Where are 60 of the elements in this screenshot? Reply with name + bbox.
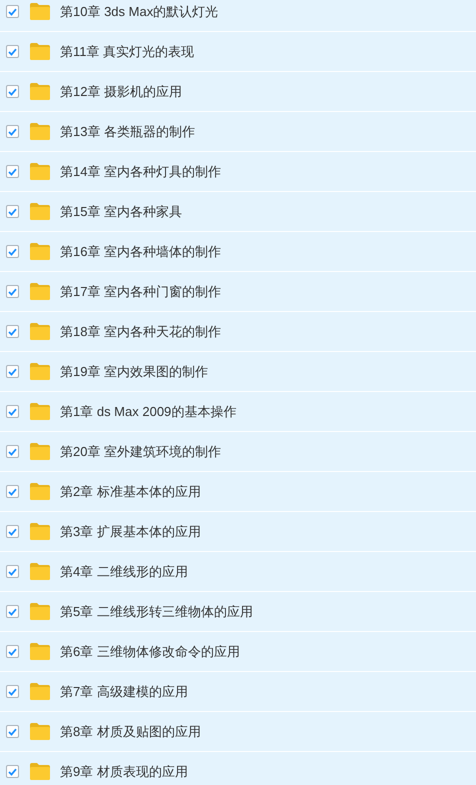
chapter-title: 第18章 室内各种天花的制作 [60, 322, 222, 341]
folder-icon [30, 83, 50, 100]
chapter-title: 第12章 摄影机的应用 [60, 82, 182, 101]
chapter-title: 第9章 材质表现的应用 [60, 762, 188, 781]
folder-icon [30, 403, 50, 420]
checkbox[interactable] [6, 645, 19, 658]
checkbox[interactable] [6, 725, 19, 738]
chapter-title: 第2章 标准基本体的应用 [60, 482, 201, 501]
chapter-title: 第11章 真实灯光的表现 [60, 42, 194, 61]
chapter-title: 第19章 室内效果图的制作 [60, 362, 208, 381]
chapter-title: 第20章 室外建筑环境的制作 [60, 442, 222, 461]
chapter-title: 第7章 高级建模的应用 [60, 682, 188, 701]
folder-icon [30, 243, 50, 260]
chapter-title: 第5章 二维线形转三维物体的应用 [60, 602, 253, 621]
checkbox[interactable] [6, 205, 19, 218]
folder-icon [30, 523, 50, 540]
checkbox[interactable] [6, 125, 19, 138]
folder-icon [30, 163, 50, 180]
checkbox[interactable] [6, 365, 19, 378]
folder-icon [30, 283, 50, 300]
folder-icon [30, 3, 50, 20]
chapter-title: 第4章 二维线形的应用 [60, 562, 188, 581]
folder-icon [30, 563, 50, 580]
checkbox[interactable] [6, 445, 19, 458]
checkbox[interactable] [6, 5, 19, 18]
folder-icon [30, 763, 50, 780]
chapter-title: 第13章 各类瓶器的制作 [60, 122, 196, 141]
chapter-title: 第10章 3ds Max的默认灯光 [60, 2, 218, 21]
folder-icon [30, 363, 50, 380]
chapter-title: 第1章 ds Max 2009的基本操作 [60, 402, 236, 421]
checkbox[interactable] [6, 485, 19, 498]
checkbox[interactable] [6, 605, 19, 618]
folder-icon [30, 483, 50, 500]
checkbox[interactable] [6, 165, 19, 178]
checkbox[interactable] [6, 685, 19, 698]
folder-icon [30, 643, 50, 660]
checkbox[interactable] [6, 405, 19, 418]
chapter-title: 第8章 材质及贴图的应用 [60, 722, 201, 741]
checkbox[interactable] [6, 565, 19, 578]
checkbox[interactable] [6, 245, 19, 258]
checkbox[interactable] [6, 765, 19, 778]
folder-icon [30, 323, 50, 340]
checkbox[interactable] [6, 285, 19, 298]
chapter-title: 第15章 室内各种家具 [60, 202, 182, 221]
chapter-title: 第16章 室内各种墙体的制作 [60, 242, 222, 261]
folder-icon [30, 683, 50, 700]
folder-icon [30, 123, 50, 140]
chapter-title: 第17章 室内各种门窗的制作 [60, 282, 222, 301]
checkbox[interactable] [6, 525, 19, 538]
chapter-title: 第14章 室内各种灯具的制作 [60, 162, 222, 181]
folder-icon [30, 603, 50, 620]
folder-icon [30, 203, 50, 220]
checkbox[interactable] [6, 45, 19, 58]
checkbox[interactable] [6, 325, 19, 338]
chapter-title: 第6章 三维物体修改命令的应用 [60, 642, 240, 661]
folder-icon [30, 723, 50, 740]
chapter-title: 第3章 扩展基本体的应用 [60, 522, 201, 541]
checkbox[interactable] [6, 85, 19, 98]
folder-icon [30, 443, 50, 460]
folder-icon [30, 43, 50, 60]
